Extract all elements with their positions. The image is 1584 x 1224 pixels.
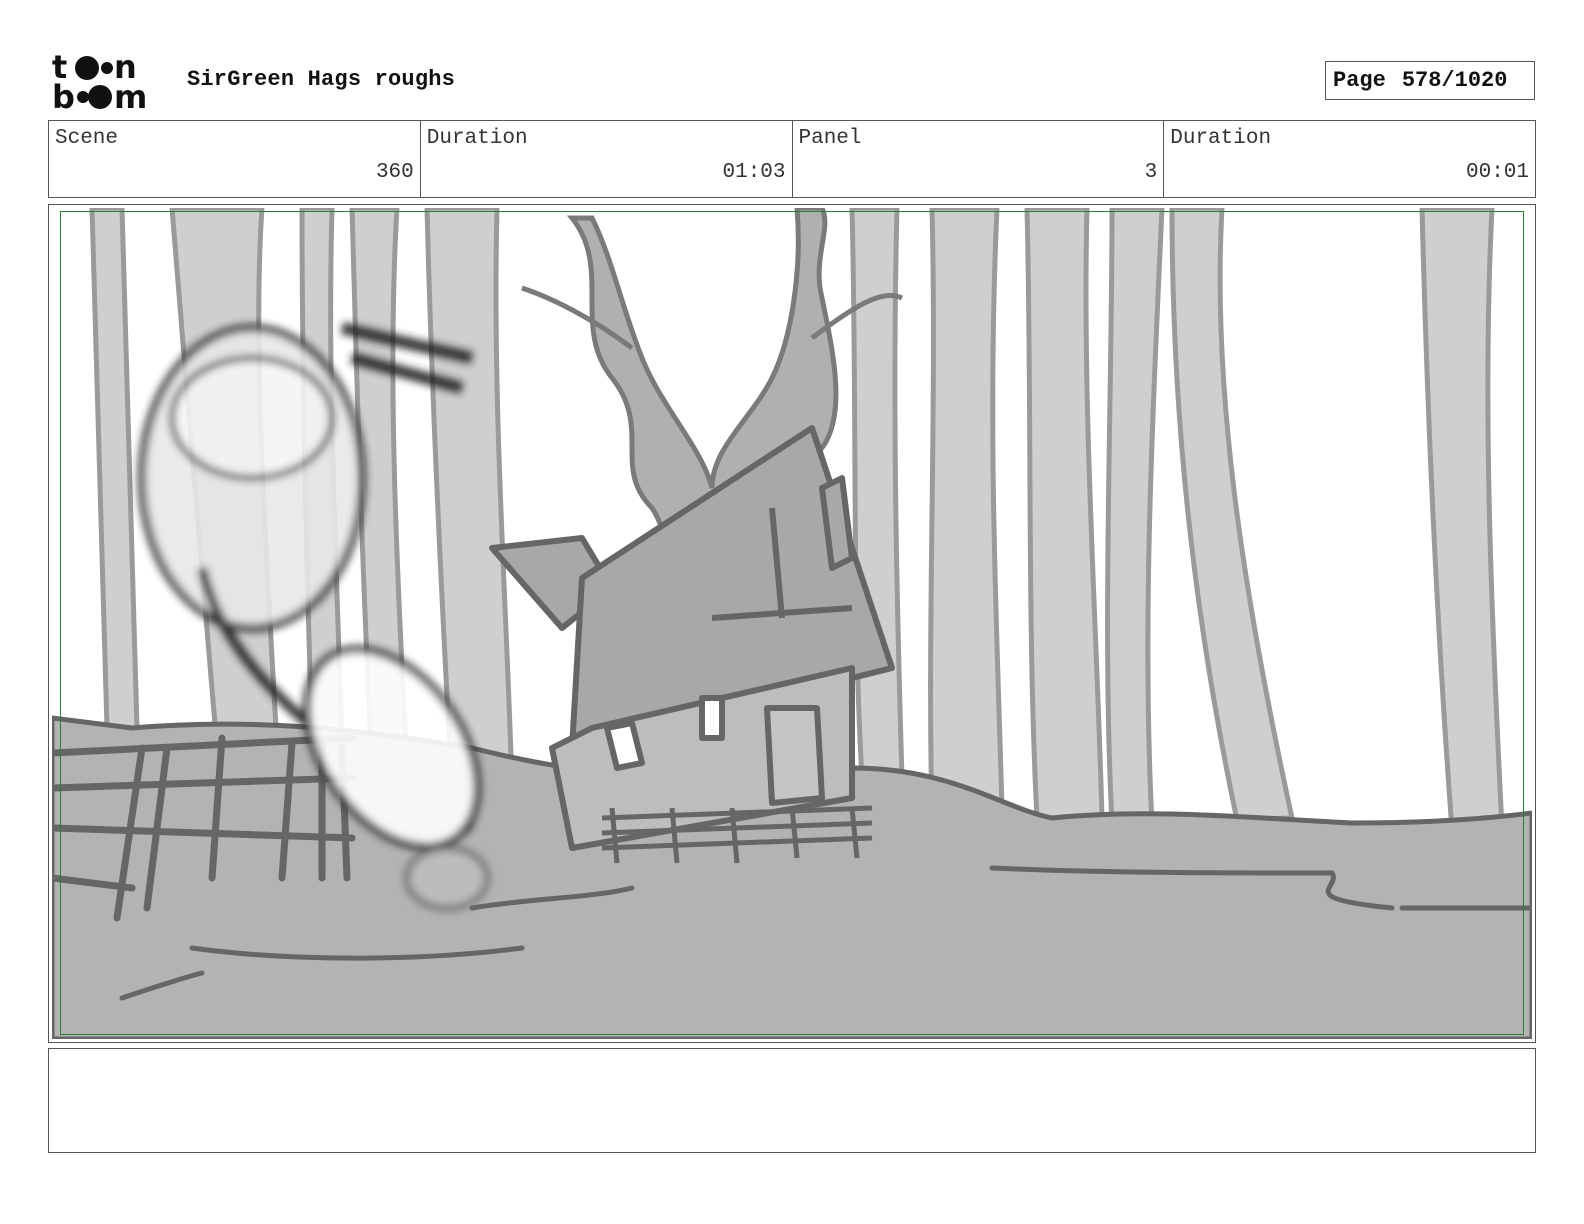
scene-label: Scene <box>55 127 119 150</box>
scene-cell: Scene 360 <box>49 121 421 197</box>
svg-text:m: m <box>114 78 147 112</box>
panel-duration-label: Duration <box>1170 127 1272 150</box>
page-label: Page <box>1333 68 1386 93</box>
panel-duration-value: 00:01 <box>1465 161 1529 184</box>
storyboard-sketch <box>52 208 1532 1039</box>
page-indicator: Page 578/1020 <box>1325 61 1535 100</box>
panel-notes-box <box>48 1048 1536 1153</box>
document-title: SirGreen Hags roughs <box>187 67 456 92</box>
svg-text:b: b <box>52 78 75 112</box>
scene-value: 360 <box>375 161 414 184</box>
panel-cell: Panel 3 <box>793 121 1165 197</box>
page-number: 578/1020 <box>1401 68 1508 93</box>
panel-duration-cell: Duration 00:01 <box>1164 121 1535 197</box>
panel-label: Panel <box>798 127 862 150</box>
scene-duration-label: Duration <box>426 127 528 150</box>
panel-value: 3 <box>1144 161 1158 184</box>
scene-duration-value: 01:03 <box>722 161 786 184</box>
scene-duration-cell: Duration 01:03 <box>421 121 793 197</box>
scene-info-table: Scene 360 Duration 01:03 Panel 3 Duratio… <box>48 120 1536 198</box>
toon-boom-logo: t n b m <box>52 50 164 112</box>
